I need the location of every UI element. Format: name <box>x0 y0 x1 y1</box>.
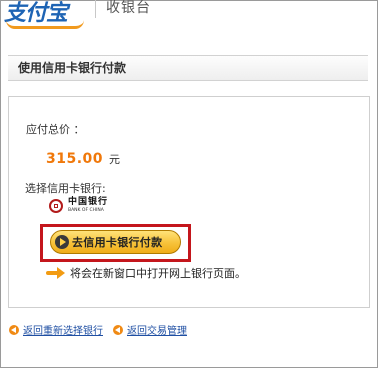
amount-row: 315.00 元 <box>46 151 120 167</box>
back-reselect-bank-link[interactable]: 返回重新选择银行 <box>9 322 103 337</box>
bank-name-en: BANK OF CHINA <box>68 208 104 213</box>
go-pay-button-label: 去信用卡银行付款 <box>72 236 163 249</box>
amount-label: 应付总价 ： <box>26 123 85 136</box>
logo-swoosh <box>6 20 84 29</box>
section-title: 使用信用卡银行付款 <box>18 61 127 75</box>
back-arrow-icon <box>9 324 19 335</box>
choose-bank-label: 选择信用卡银行: <box>25 182 106 195</box>
header-divider <box>95 0 96 18</box>
section-title-bar: 使用信用卡银行付款 <box>8 55 368 81</box>
alipay-logo[interactable]: 支付宝 <box>4 0 84 29</box>
header-title: 收银台 <box>106 0 151 16</box>
new-window-note: 将会在新窗口中打开网上银行页面。 <box>46 265 246 281</box>
bank-of-china-logo: 中国银行 BANK OF CHINA <box>49 197 115 217</box>
payment-panel: 应付总价 ： 315.00 元 选择信用卡银行: 中国银行 BANK OF CH… <box>8 96 370 308</box>
new-window-note-text: 将会在新窗口中打开网上银行页面。 <box>70 267 246 280</box>
bank-name-cn: 中国银行 <box>68 197 109 207</box>
amount-currency: 元 <box>109 153 121 166</box>
play-arrow-icon <box>55 235 69 249</box>
right-arrow-icon <box>46 267 68 279</box>
back-reselect-bank-label: 返回重新选择银行 <box>23 326 103 337</box>
boc-emblem-icon <box>49 199 63 213</box>
amount-value: 315.00 <box>46 151 104 167</box>
back-trade-management-label: 返回交易管理 <box>127 326 187 337</box>
footer-links: 返回重新选择银行 返回交易管理 <box>9 322 197 337</box>
go-pay-button[interactable]: 去信用卡银行付款 <box>50 230 181 254</box>
back-arrow-icon <box>113 324 123 335</box>
back-trade-management-link[interactable]: 返回交易管理 <box>113 322 187 337</box>
